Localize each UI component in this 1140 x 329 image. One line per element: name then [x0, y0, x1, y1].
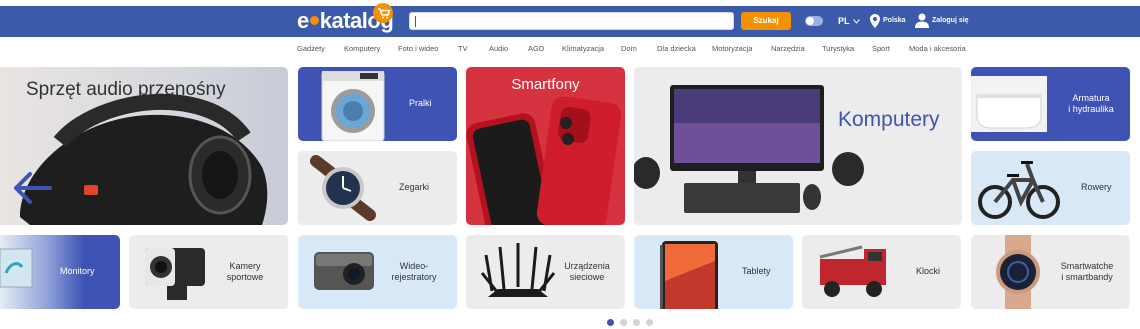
tile-label-line1: Kamery — [229, 261, 261, 271]
nav-item-audio[interactable]: Audio — [489, 44, 508, 53]
nav-item-sport[interactable]: Sport — [872, 44, 890, 53]
carousel-dot-3[interactable] — [633, 319, 640, 326]
nav-item-klimatyzacja[interactable]: Klimatyzacja — [562, 44, 604, 53]
tile-armatura-i-hydraulika[interactable]: Armatura i hydraulika — [971, 67, 1130, 141]
tile-label: Pralki — [409, 98, 432, 108]
tile-monitory[interactable]: Monitory — [0, 235, 120, 309]
nav-item-agd[interactable]: AGD — [528, 44, 544, 53]
tile-label-line1: Wideo- — [399, 261, 429, 271]
search-input[interactable] — [409, 12, 734, 30]
login-link[interactable]: Zaloguj się — [932, 17, 969, 24]
tile-label: Monitory — [60, 266, 95, 276]
tile-label-line1: Armatura — [1072, 93, 1110, 103]
tile-label: Tablety — [742, 266, 771, 276]
smartwatch-image — [996, 235, 1040, 309]
monitor-image — [0, 248, 33, 288]
text-caret — [415, 16, 416, 27]
carousel-dot-2[interactable] — [620, 319, 627, 326]
tile-smartfony[interactable]: Smartfony — [466, 67, 625, 225]
tile-klocki[interactable]: Klocki — [802, 235, 961, 309]
language-label: PL — [838, 16, 850, 26]
action-camera-image — [145, 248, 205, 300]
tile-label-line2: sportowe — [226, 272, 264, 282]
lego-truck-image — [819, 245, 886, 297]
nav-item-foto-i-wideo[interactable]: Foto i wideo — [398, 44, 438, 53]
nav-item-motoryzacja[interactable]: Motoryzacja — [712, 44, 752, 53]
tile-label: Rowery — [1081, 182, 1112, 192]
carousel-prev-arrow-icon[interactable] — [10, 166, 54, 210]
language-selector[interactable]: PL — [838, 16, 860, 26]
tile-label-line2: i smartbandy — [1061, 272, 1113, 282]
search-button[interactable]: Szukaj — [741, 12, 791, 30]
bathtub-image — [971, 76, 1047, 132]
country-label[interactable]: Polska — [883, 17, 906, 24]
nav-item-komputery[interactable]: Komputery — [344, 44, 380, 53]
nav-item-dla-dziecka[interactable]: Dla dziecka — [657, 44, 696, 53]
nav-item-moda-i-akcesoria[interactable]: Moda i akcesoria — [909, 44, 966, 53]
tile-zegarki[interactable]: Zegarki — [298, 151, 457, 225]
dashcam-image — [314, 252, 374, 290]
bicycle-image — [978, 161, 1060, 219]
tile-komputery[interactable]: Komputery — [634, 67, 962, 225]
washing-machine-image — [321, 71, 385, 141]
carousel-dot-4[interactable] — [646, 319, 653, 326]
user-icon[interactable] — [915, 13, 929, 28]
nav-item-turystyka[interactable]: Turystyka — [822, 44, 854, 53]
smartphone-image — [466, 97, 622, 225]
nav-item-narzedzia[interactable]: Narzędzia — [771, 44, 805, 53]
tile-label: Klocki — [916, 266, 941, 276]
cart-logo-icon — [373, 3, 393, 23]
tile-label-line2: i hydraulika — [1068, 104, 1114, 114]
tile-label-line1: Urządzenia — [564, 261, 610, 271]
tile-pralki[interactable]: Pralki — [298, 67, 457, 141]
location-pin-icon[interactable] — [870, 14, 880, 28]
tile-label: Zegarki — [399, 182, 430, 192]
tile-label-line2: rejestratory — [391, 272, 437, 282]
logo-text-e: e — [297, 8, 309, 33]
tile-label: Komputery — [838, 108, 940, 131]
tile-smartwatche-i-smartbandy[interactable]: Smartwatche i smartbandy — [971, 235, 1130, 309]
chevron-down-icon — [852, 19, 860, 24]
tile-rowery[interactable]: Rowery — [971, 151, 1130, 225]
watch-image — [310, 155, 376, 221]
tile-wideorejestratory[interactable]: Wideo- rejestratory — [298, 235, 457, 309]
tile-tablety[interactable]: Tablety — [634, 235, 793, 309]
computer-set-image — [634, 85, 864, 213]
logo-dot — [309, 16, 319, 26]
tablet-image — [660, 241, 718, 309]
nav-item-tv[interactable]: TV — [458, 44, 468, 53]
tile-urzadzenia-sieciowe[interactable]: Urządzenia sieciowe — [466, 235, 625, 309]
tile-label: Smartfony — [511, 76, 580, 93]
nav-item-dom[interactable]: Dom — [621, 44, 637, 53]
router-image — [480, 243, 556, 297]
tile-label-line1: Smartwatche — [1060, 261, 1114, 271]
header-top-strip — [0, 0, 1140, 6]
carousel-dot-1[interactable] — [607, 319, 614, 326]
tile-label-line2: sieciowe — [569, 272, 605, 282]
category-nav: Gadżety Komputery Foto i wideo TV Audio … — [0, 44, 1140, 60]
dark-mode-toggle[interactable] — [805, 16, 823, 26]
tile-kamery-sportowe[interactable]: Kamery sportowe — [129, 235, 288, 309]
nav-item-gadzety[interactable]: Gadżety — [297, 44, 325, 53]
